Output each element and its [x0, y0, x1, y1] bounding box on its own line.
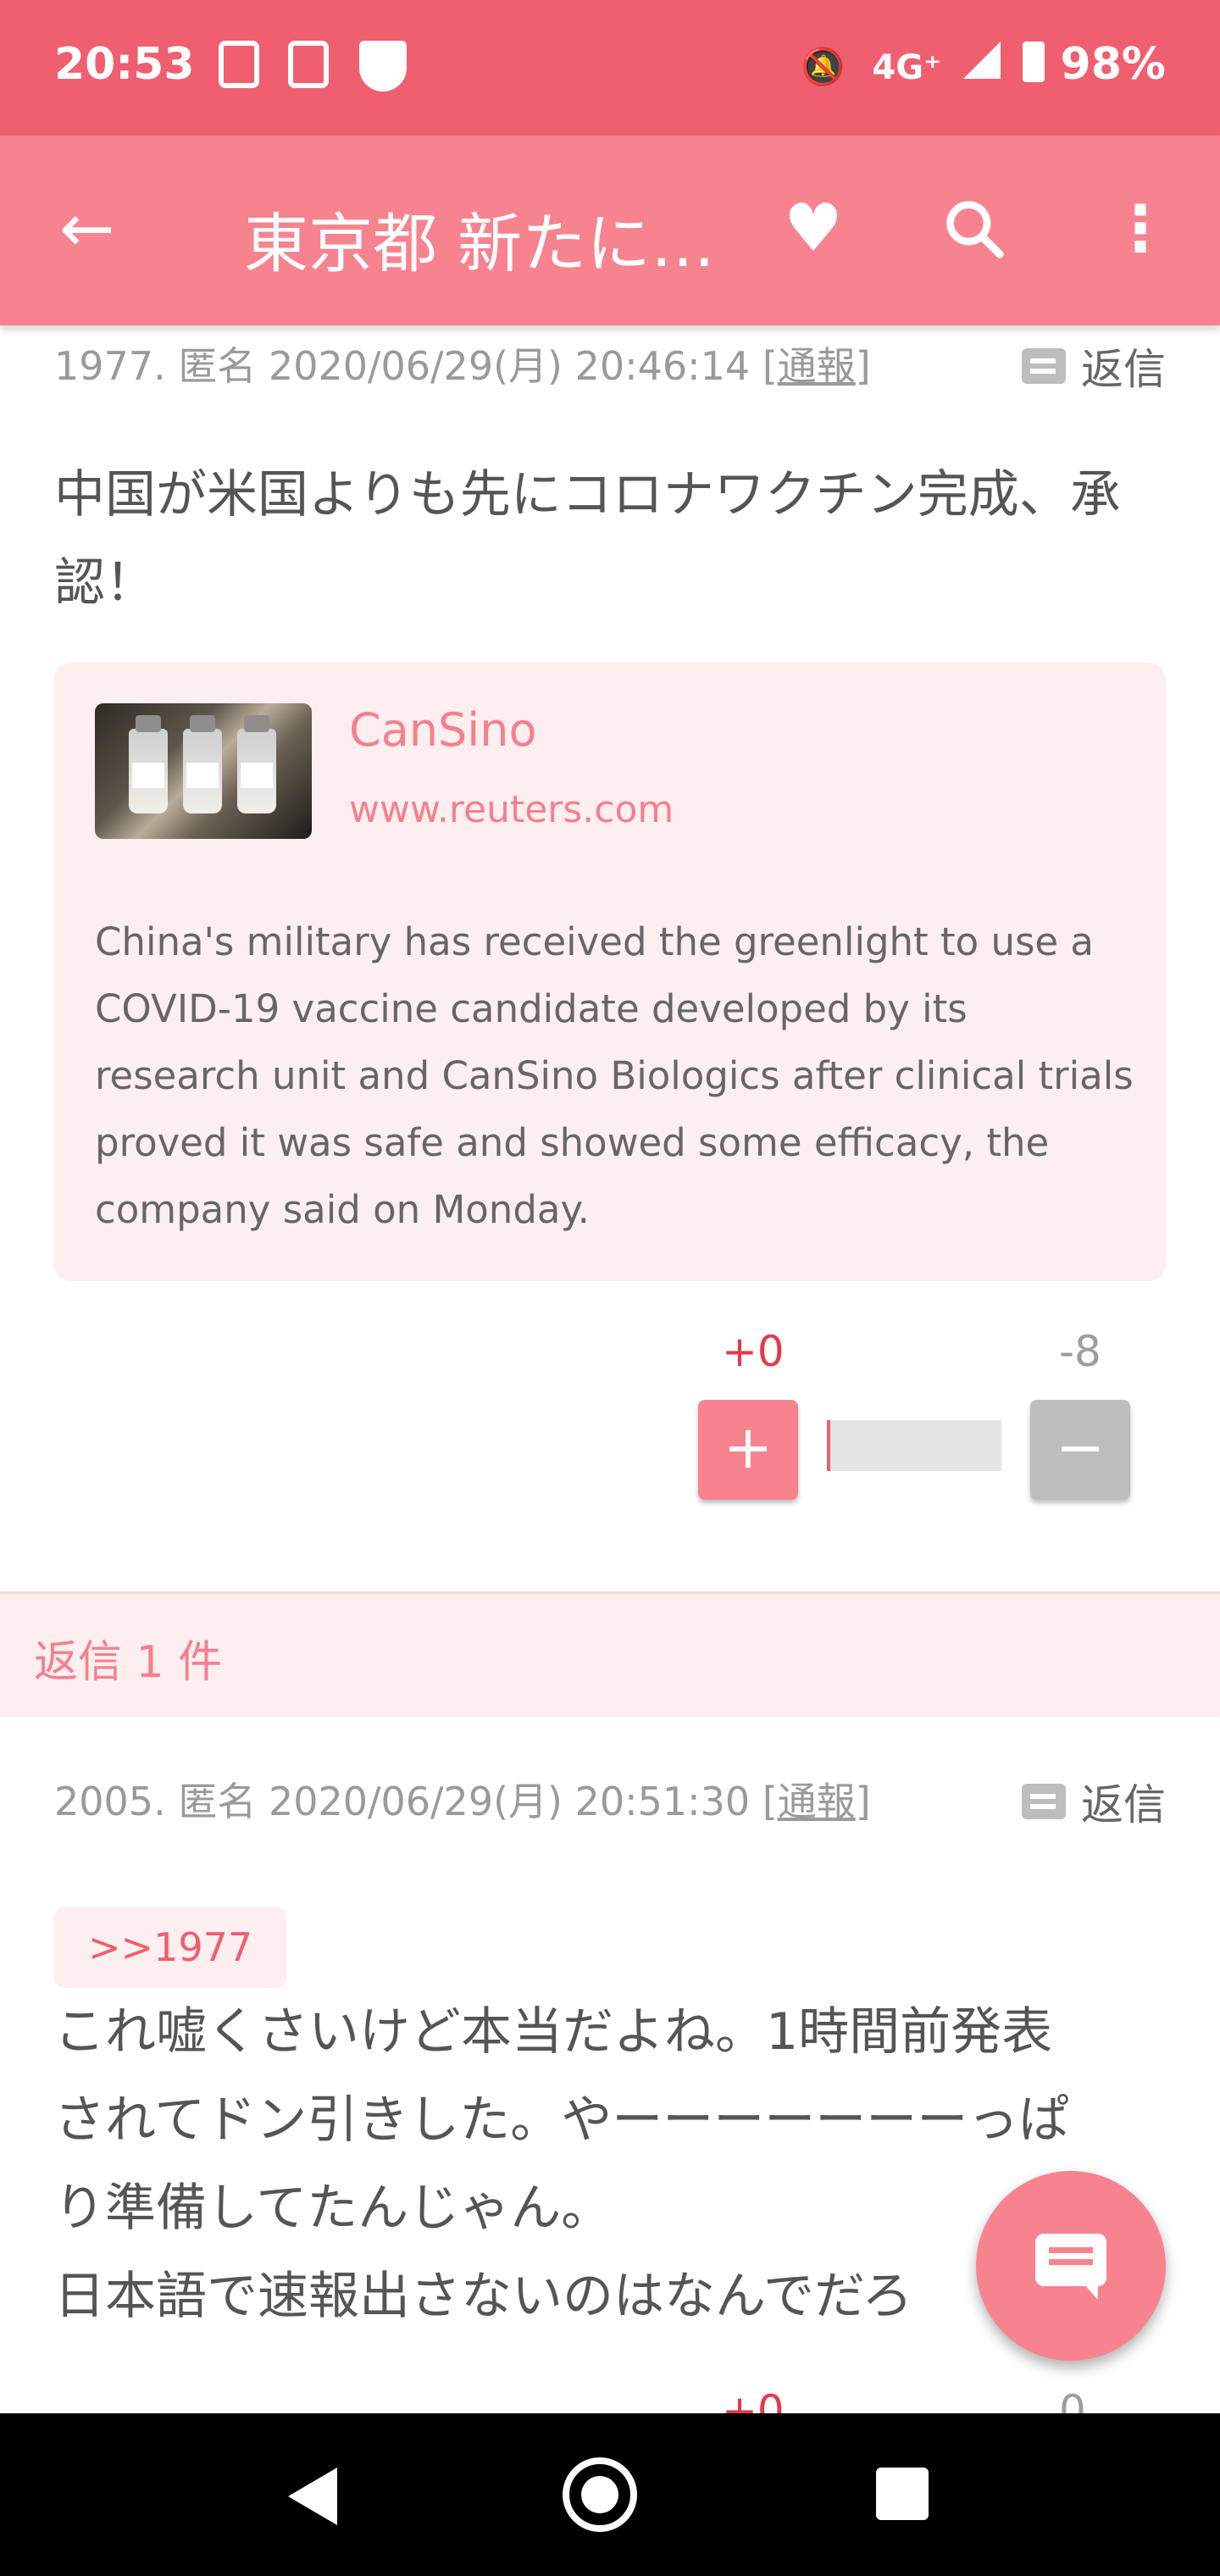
plus-vote-button[interactable]: + [698, 1400, 798, 1500]
favorite-button[interactable]: ♥ [771, 186, 856, 271]
comment-author: 匿名 [178, 343, 257, 389]
replies-count: 返信 1 件 [34, 1637, 223, 1688]
bell-off-icon: 🔕 [801, 46, 846, 87]
anchor-link[interactable]: >>1977 [54, 1907, 287, 1988]
comment-line: されてドン引きした。やーーーーーーーっぱ [54, 2090, 1070, 2150]
minus-vote-button[interactable]: − [1030, 1400, 1130, 1500]
heart-icon: ♥ [784, 191, 843, 267]
link-url: www.reuters.com [349, 788, 674, 831]
comment-datetime: 2020/06/29(月) 20:51:30 [268, 1779, 751, 1824]
nav-back-icon[interactable] [288, 2468, 337, 2525]
comment-line: これ嘘くさいけど本当だよね。1時間前発表 [54, 2002, 1053, 2062]
reply-button[interactable]: 返信 [1022, 336, 1166, 397]
vote-ratio-fill [827, 1420, 831, 1471]
plus-count: +0 [722, 1327, 785, 1376]
report-link[interactable]: [通報] [762, 1779, 871, 1824]
vote-ratio-bar [827, 1420, 1001, 1471]
compose-button[interactable] [976, 2171, 1166, 2361]
system-nav-bar [0, 2413, 1220, 2576]
report-link[interactable]: [通報] [762, 343, 871, 389]
reply-button[interactable]: 返信 [1022, 1771, 1166, 1832]
link-card[interactable]: CanSino www.reuters.com China's military… [54, 663, 1166, 1281]
comment-icon [1022, 1784, 1066, 1819]
status-bar: 20:53 🔕 4G⁺ 98% [0, 0, 1220, 136]
comment-datetime: 2020/06/29(月) 20:46:14 [268, 343, 751, 389]
search-button[interactable] [932, 186, 1017, 271]
status-time: 20:53 [54, 39, 195, 90]
replies-header[interactable]: 返信 1 件 [0, 1591, 1220, 1718]
sim-icon [219, 41, 259, 88]
app-bar: ← 東京都 新たに… ♥ ⋮ [0, 136, 1220, 325]
comment-meta: 2005. 匿名 2020/06/29(月) 20:51:30 [通報] [54, 1771, 871, 1827]
comment-meta: 1977. 匿名 2020/06/29(月) 20:46:14 [通報] [54, 336, 871, 391]
status-right: 🔕 4G⁺ 98% [801, 39, 1166, 90]
more-button[interactable]: ⋮ [1098, 186, 1183, 271]
page-title: 東京都 新たに… [244, 206, 716, 281]
back-button[interactable]: ← [59, 186, 144, 271]
more-vert-icon: ⋮ [1109, 192, 1172, 265]
network-type: 4G⁺ [872, 48, 942, 87]
minus-count: -8 [1059, 1327, 1101, 1376]
arrow-left-icon: ← [59, 191, 115, 267]
comment-icon [1022, 348, 1066, 384]
comment-number: 2005. [54, 1779, 166, 1824]
comment-text: 中国が米国よりも先にコロナワクチン完成、承認！ [54, 465, 1121, 613]
link-description: China's military has received the greenl… [95, 919, 1134, 1232]
battery-level: 98% [1060, 39, 1166, 90]
link-thumbnail [95, 703, 312, 839]
comment-number: 1977. [54, 343, 166, 389]
reply-label: 返信 [1081, 345, 1166, 394]
reply-label: 返信 [1081, 1780, 1166, 1829]
nav-recents-icon[interactable] [876, 2468, 929, 2520]
notification-icon [288, 41, 329, 88]
link-title: CanSino [349, 703, 537, 757]
battery-icon [1023, 42, 1045, 82]
nav-home-icon[interactable] [563, 2457, 637, 2532]
comment-author: 匿名 [178, 1779, 257, 1824]
search-icon [946, 201, 1004, 258]
signal-icon [963, 42, 1001, 79]
shield-icon [359, 41, 407, 92]
chat-icon [1035, 2234, 1106, 2300]
